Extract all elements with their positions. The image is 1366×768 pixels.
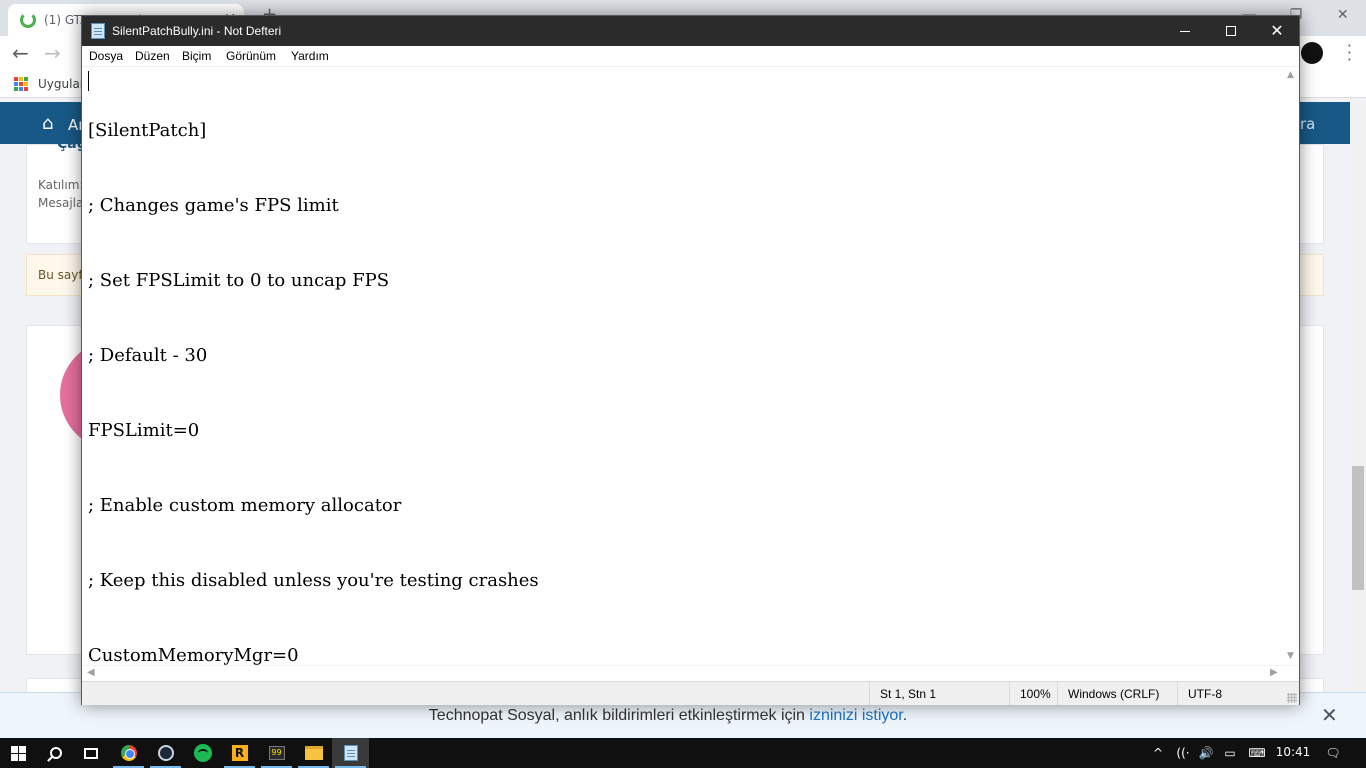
menu-gorunum[interactable]: Görünüm bbox=[226, 49, 276, 63]
spotify-icon bbox=[193, 744, 212, 762]
status-bar: St 1, Stn 1 100% Windows (CRLF) UTF-8 bbox=[82, 681, 1299, 705]
rockstar-launcher-icon: R bbox=[231, 745, 248, 761]
windows-logo-icon bbox=[11, 745, 26, 761]
chrome-icon bbox=[120, 745, 137, 761]
text-line: ; Changes game's FPS limit bbox=[88, 195, 339, 216]
text-line: [SilentPatch] bbox=[88, 120, 207, 141]
scroll-up-icon[interactable]: ▲ bbox=[1287, 70, 1294, 80]
notepad-app-icon[interactable] bbox=[91, 23, 105, 39]
encoding: UTF-8 bbox=[1177, 682, 1287, 705]
allow-permission-link[interactable]: izninizi istiyor bbox=[809, 707, 902, 724]
vertical-scrollbar[interactable]: ▲ ▼ bbox=[1285, 67, 1299, 665]
minimize-button[interactable] bbox=[1162, 16, 1208, 46]
action-center-icon[interactable]: 🗨 bbox=[1322, 738, 1344, 768]
task-view-button[interactable] bbox=[72, 738, 109, 768]
text-line: CustomMemoryMgr=0 bbox=[88, 645, 299, 665]
maximize-icon bbox=[1226, 26, 1236, 36]
fps-app-icon: 99 bbox=[268, 746, 285, 760]
menu-yardim[interactable]: Yardım bbox=[291, 49, 329, 63]
horizontal-scrollbar[interactable]: ◀ ▶ bbox=[82, 665, 1299, 680]
cursor-position: St 1, Stn 1 bbox=[869, 682, 1009, 705]
show-hidden-icons-chevron-icon[interactable]: ^ bbox=[1148, 738, 1168, 768]
steam-icon bbox=[157, 745, 174, 761]
volume-icon[interactable]: 🔊 bbox=[1196, 738, 1216, 768]
scroll-down-icon[interactable]: ▼ bbox=[1287, 651, 1294, 661]
joined-label: Katılım: bbox=[38, 178, 84, 192]
taskbar-fps-app[interactable]: 99 bbox=[258, 738, 295, 768]
taskbar-spotify[interactable] bbox=[184, 738, 221, 768]
zoom-level: 100% bbox=[1009, 682, 1059, 705]
text-editor[interactable]: [SilentPatch] ; Changes game's FPS limit… bbox=[82, 67, 1285, 665]
menu-bar: Dosya Düzen Biçim Görünüm Yardım bbox=[82, 46, 1299, 67]
notification-message: Technopat Sosyal, anlık bildirimleri etk… bbox=[0, 707, 1336, 725]
home-icon[interactable]: ⌂ bbox=[42, 113, 53, 134]
menu-duzen[interactable]: Düzen bbox=[135, 49, 170, 63]
taskbar-chrome[interactable] bbox=[110, 738, 147, 768]
back-button[interactable]: ← bbox=[12, 41, 29, 65]
page-scrollbar-thumb[interactable] bbox=[1352, 466, 1364, 590]
page-scrollbar[interactable] bbox=[1350, 102, 1366, 692]
menu-dosya[interactable]: Dosya bbox=[89, 49, 123, 63]
file-explorer-icon bbox=[304, 746, 323, 760]
text-line: ; Keep this disabled unless you're testi… bbox=[88, 570, 539, 591]
wifi-icon[interactable]: ((· bbox=[1172, 738, 1194, 768]
browser-menu-icon[interactable]: · · · bbox=[1347, 38, 1352, 68]
search-button[interactable] bbox=[37, 738, 74, 768]
taskbar-rockstar[interactable]: R bbox=[221, 738, 258, 768]
profile-avatar[interactable] bbox=[1301, 42, 1323, 64]
text-line: FPSLimit=0 bbox=[88, 420, 200, 441]
browser-close-button[interactable]: ✕ bbox=[1319, 0, 1366, 30]
keyboard-icon[interactable]: ⌨ bbox=[1245, 738, 1269, 768]
text-line: ; Set FPSLimit to 0 to uncap FPS bbox=[88, 270, 390, 291]
taskbar: R 99 ^ ((· 🔊 ▭ ⌨ 10:41 🗨 bbox=[0, 738, 1366, 768]
text-line: ; Enable custom memory allocator bbox=[88, 495, 402, 516]
close-button[interactable]: ✕ bbox=[1254, 16, 1300, 46]
start-button[interactable] bbox=[0, 738, 37, 768]
notification-prefix: Technopat Sosyal, anlık bildirimleri etk… bbox=[428, 707, 810, 724]
close-icon: ✕ bbox=[1270, 21, 1284, 40]
battery-icon[interactable]: ▭ bbox=[1219, 738, 1241, 768]
window-title: SilentPatchBully.ini - Not Defteri bbox=[112, 24, 282, 38]
site-nav-right-item[interactable]: ra bbox=[1300, 115, 1315, 133]
editor-content[interactable]: [SilentPatch] ; Changes game's FPS limit… bbox=[88, 68, 539, 665]
notepad-icon bbox=[343, 745, 358, 761]
apps-grid-icon[interactable] bbox=[14, 77, 28, 91]
menu-bicim[interactable]: Biçim bbox=[182, 49, 211, 63]
taskbar-steam[interactable] bbox=[147, 738, 184, 768]
taskbar-file-explorer[interactable] bbox=[295, 738, 332, 768]
text-line: ; Default - 30 bbox=[88, 345, 208, 366]
task-view-icon bbox=[83, 747, 98, 759]
scroll-left-icon[interactable]: ◀ bbox=[87, 667, 95, 678]
minimize-icon bbox=[1180, 30, 1190, 32]
notepad-window: SilentPatchBully.ini - Not Defteri ✕ Dos… bbox=[81, 15, 1300, 705]
taskbar-notepad[interactable] bbox=[332, 738, 369, 768]
notepad-titlebar[interactable]: SilentPatchBully.ini - Not Defteri ✕ bbox=[82, 16, 1299, 46]
notification-suffix: . bbox=[902, 707, 908, 724]
maximize-button[interactable] bbox=[1208, 16, 1254, 46]
search-icon bbox=[49, 747, 62, 759]
notification-close-icon[interactable]: ✕ bbox=[1321, 703, 1338, 727]
forward-button[interactable]: → bbox=[44, 41, 61, 65]
resize-grip-icon[interactable] bbox=[1287, 693, 1297, 703]
system-clock[interactable]: 10:41 bbox=[1273, 745, 1313, 759]
line-ending: Windows (CRLF) bbox=[1057, 682, 1177, 705]
tab-loading-icon bbox=[20, 12, 36, 28]
scroll-right-icon[interactable]: ▶ bbox=[1270, 667, 1278, 678]
